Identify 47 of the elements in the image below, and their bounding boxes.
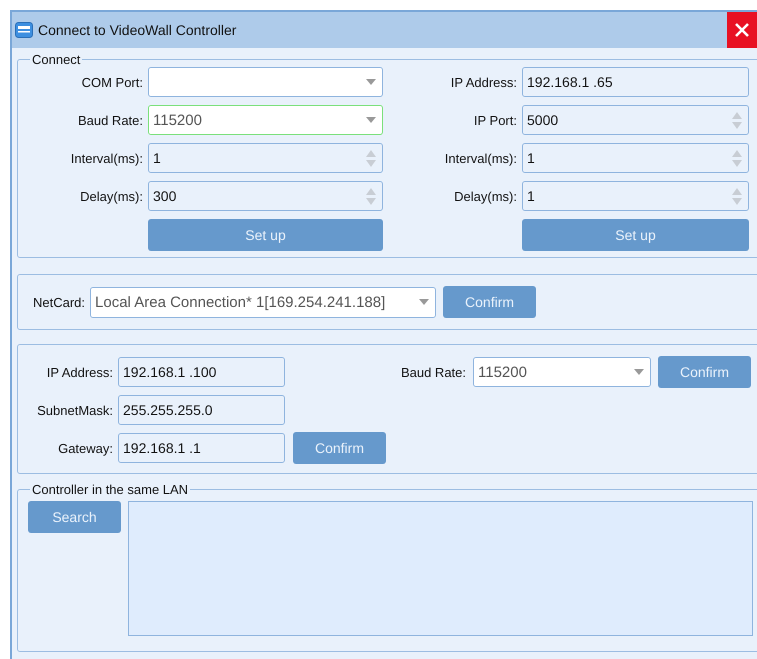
close-icon <box>734 22 750 38</box>
field-label: Interval(ms): <box>444 150 517 166</box>
input-field[interactable]: 192.168.1 .65 <box>522 67 749 97</box>
spinner-field[interactable]: 5000 <box>522 105 749 135</box>
spin-up-icon[interactable] <box>732 150 742 156</box>
spin-down-icon[interactable] <box>732 160 742 166</box>
spinner-field[interactable]: 300 <box>148 181 383 211</box>
controller-list[interactable] <box>128 501 753 636</box>
spin-up-icon[interactable] <box>366 188 376 194</box>
field-label: COM Port: <box>80 74 143 90</box>
field-label: IP Address: <box>450 74 517 90</box>
spin-down-icon[interactable] <box>732 198 742 204</box>
field-label: Baud Rate: <box>76 112 143 128</box>
caret-icon <box>366 117 376 123</box>
field-label: Delay(ms): <box>79 188 143 204</box>
caret-icon <box>634 369 644 375</box>
app-logo-icon <box>15 22 33 38</box>
caret-icon <box>366 79 376 85</box>
dropdown-field[interactable]: Local Area Connection* 1[169.254.241.188] <box>90 286 436 318</box>
dropdown-field[interactable]: 115200 <box>148 105 383 135</box>
caret-icon <box>419 299 430 305</box>
spin-down-icon[interactable] <box>366 160 376 166</box>
field-label: IP Port: <box>472 112 517 128</box>
input-field[interactable]: 192.168.1 .1 <box>118 433 285 463</box>
group-title: Connect <box>31 52 82 67</box>
spin-up-icon[interactable] <box>366 150 376 156</box>
group-title: Controller in the same LAN <box>31 482 190 497</box>
field-label: Gateway: <box>57 440 113 456</box>
field-label: IP Address: <box>46 364 113 380</box>
close-button[interactable] <box>727 12 757 48</box>
spin-up-icon[interactable] <box>732 188 742 194</box>
input-field[interactable]: 192.168.1 .100 <box>118 357 285 387</box>
spinner-field[interactable]: 1 <box>148 143 383 173</box>
window-title: Connect to VideoWall Controller <box>38 22 236 38</box>
field-label: Baud Rate: <box>400 364 466 380</box>
field-label: Delay(ms): <box>453 188 517 204</box>
spin-down-icon[interactable] <box>732 122 742 128</box>
field-label: SubnetMask: <box>36 402 113 418</box>
spin-down-icon[interactable] <box>366 198 376 204</box>
input-field[interactable]: 255.255.255.0 <box>118 395 285 425</box>
dropdown-field[interactable] <box>148 67 383 97</box>
dropdown-field[interactable]: 115200 <box>473 357 651 387</box>
field-label: Interval(ms): <box>70 150 143 166</box>
spin-up-icon[interactable] <box>732 112 742 118</box>
spinner-field[interactable]: 1 <box>522 181 749 211</box>
field-label: NetCard: <box>33 294 86 310</box>
spinner-field[interactable]: 1 <box>522 143 749 173</box>
